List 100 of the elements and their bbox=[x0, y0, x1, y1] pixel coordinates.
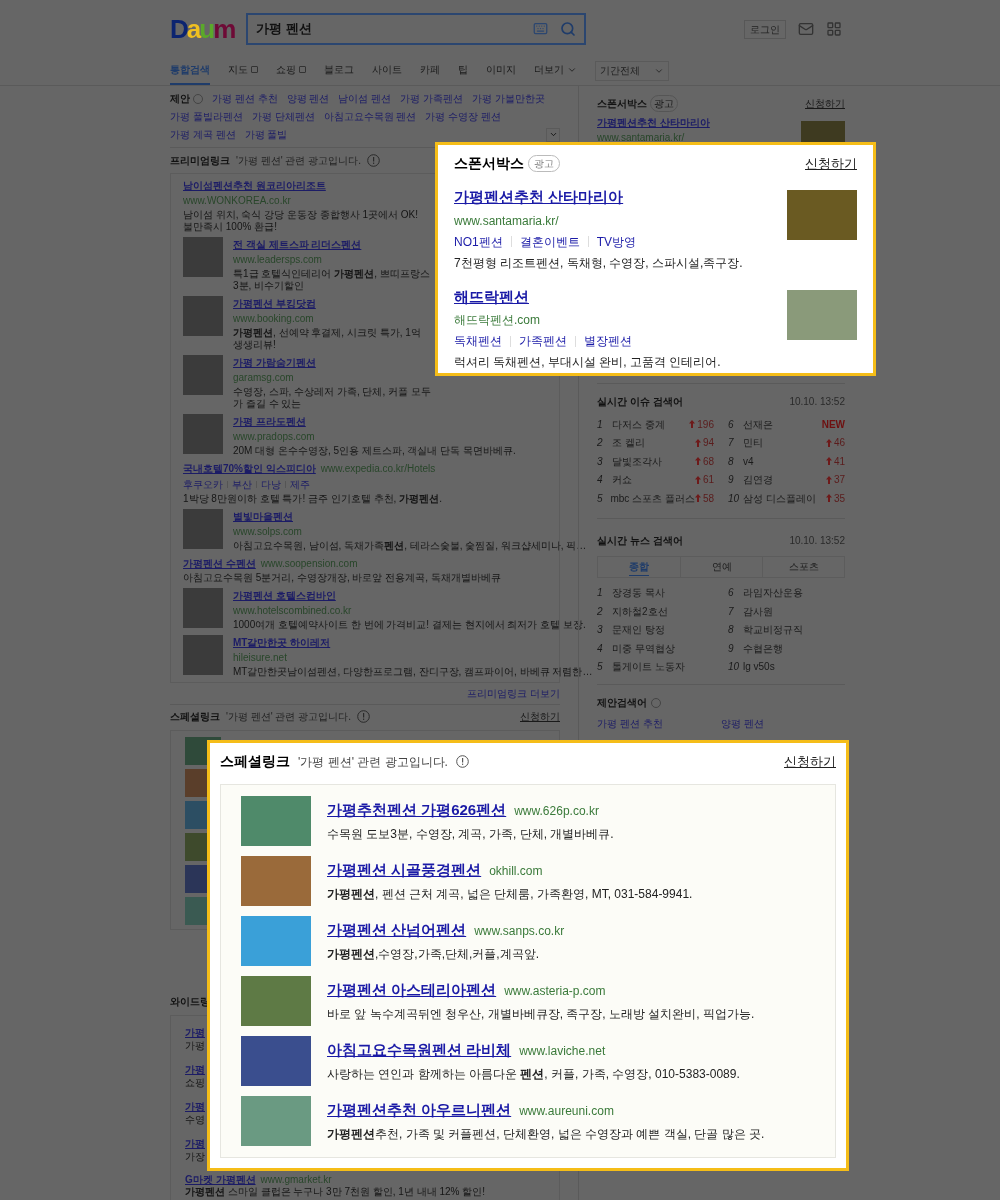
news-tab[interactable]: 연예 bbox=[680, 556, 762, 577]
search-tab[interactable]: 이미지 bbox=[486, 56, 516, 85]
ad-title-link[interactable]: MT갈만한곳 하이레저 bbox=[233, 635, 331, 650]
rank-number: 7 bbox=[728, 604, 735, 619]
suggestion-link[interactable]: 가평 수영장 펜션 bbox=[425, 109, 501, 124]
ad-title-link[interactable]: 별빛마을펜션 bbox=[233, 509, 293, 524]
search-tab[interactable]: 블로그 bbox=[324, 56, 354, 85]
search-tab[interactable]: 쇼핑 bbox=[276, 56, 306, 85]
suggestion-link[interactable]: 가평 펜션 추천 bbox=[597, 716, 721, 731]
sub-link[interactable]: TV방영 bbox=[596, 232, 637, 251]
suggestion-link[interactable]: 양평 펜션 bbox=[286, 91, 330, 106]
ad-title-link[interactable]: 가평펜션추천 산타마리아 bbox=[454, 186, 743, 209]
search-term-link[interactable]: 김연경 bbox=[743, 472, 773, 488]
news-tab[interactable]: 스포츠 bbox=[762, 556, 844, 577]
search-term-link[interactable]: 다저스 중계 bbox=[612, 416, 665, 432]
sub-link[interactable]: 후쿠오카 bbox=[183, 477, 223, 492]
sub-link[interactable]: 다낭 bbox=[261, 477, 281, 492]
search-tab[interactable]: 지도 bbox=[228, 56, 258, 85]
suggestion-link[interactable]: 가평 계곡 펜션 bbox=[170, 127, 236, 142]
suggestion-link[interactable]: 가평 단체펜션 bbox=[251, 109, 315, 124]
ad-title-link[interactable]: 가평펜션 아스테리아펜션 bbox=[327, 978, 497, 1002]
search-term-link[interactable]: 민티 bbox=[743, 435, 763, 451]
ad-title-link[interactable]: 가평펜션 호텔스컴바인 bbox=[233, 588, 336, 603]
search-term-link[interactable]: 미중 무역협상 bbox=[612, 640, 675, 656]
search-term-link[interactable]: 선재은 bbox=[743, 416, 773, 432]
search-term-link[interactable]: 라임자산운용 bbox=[743, 585, 803, 601]
more-link[interactable]: 프리미엄링크 더보기 bbox=[467, 686, 560, 701]
keyboard-icon[interactable] bbox=[533, 21, 549, 36]
news-tab[interactable]: 종합 bbox=[598, 556, 680, 577]
sub-link[interactable]: 제주 bbox=[290, 477, 310, 492]
search-term-link[interactable]: v4 bbox=[743, 453, 754, 469]
search-term-link[interactable]: 달빛조각사 bbox=[612, 453, 662, 469]
search-term-link[interactable]: 삼성 디스플레이 bbox=[743, 490, 816, 506]
search-term-link[interactable]: 조 켈리 bbox=[612, 435, 645, 451]
search-tab[interactable]: 더보기 bbox=[534, 56, 577, 85]
expand-button[interactable] bbox=[546, 127, 560, 142]
rank-change: 94 bbox=[702, 436, 714, 451]
search-tab[interactable]: 카페 bbox=[420, 56, 440, 85]
suggestion-link[interactable]: 남이섬 펜션 bbox=[338, 91, 392, 106]
ad-title-link[interactable]: 가평펜션 부킹닷컴 bbox=[233, 296, 316, 311]
ad-url: www.626p.co.kr bbox=[514, 802, 599, 820]
search-term-link[interactable]: mbc 스포츠 플러스 bbox=[610, 490, 695, 506]
suggestion-link[interactable]: 양평 펜션 bbox=[721, 716, 845, 731]
photo-placeholder bbox=[241, 976, 311, 1026]
mail-icon[interactable] bbox=[798, 21, 814, 37]
daum-logo[interactable]: Daum bbox=[170, 16, 235, 42]
suggestion-link[interactable]: 가평 가족펜션 bbox=[400, 91, 463, 106]
suggestion-link[interactable]: 아침고요수목원 펜션 bbox=[323, 109, 417, 124]
search-term-link[interactable]: 지하철2호선 bbox=[612, 603, 668, 619]
sub-link[interactable]: 독채펜션 bbox=[454, 332, 502, 350]
suggestion-link[interactable]: 가평 풀빌 bbox=[244, 127, 288, 142]
apply-link[interactable]: 신청하기 bbox=[805, 96, 845, 111]
ad-title-link[interactable]: 가평 프라도펜션 bbox=[233, 414, 306, 429]
search-tab[interactable]: 팁 bbox=[458, 56, 468, 85]
ad-title-link[interactable]: 가평펜션 산넘어펜션 bbox=[327, 918, 467, 942]
ad-title-link[interactable]: 가평 가람숨기펜션 bbox=[233, 355, 316, 370]
suggestion-link[interactable]: 가평 풀빌라펜션 bbox=[170, 109, 243, 124]
ad-title-link[interactable]: 해뜨락펜션 bbox=[454, 285, 721, 308]
period-dropdown[interactable]: 기간전체 bbox=[595, 60, 669, 81]
search-term-link[interactable]: 커쇼 bbox=[612, 472, 632, 488]
search-term-link[interactable]: lg v50s bbox=[743, 659, 775, 675]
ad-title-link[interactable]: 남이섬펜션추천 원코리아리조트 bbox=[183, 178, 326, 193]
search-field[interactable]: 가평 펜션 bbox=[246, 13, 587, 45]
rank-number: 9 bbox=[728, 473, 735, 488]
ad-url: www.hotelscombined.co.kr bbox=[233, 604, 352, 618]
sub-link[interactable]: 별장펜션 bbox=[584, 332, 632, 350]
ad-title-link[interactable]: 가평 bbox=[185, 1026, 205, 1039]
apply-link[interactable]: 신청하기 bbox=[784, 751, 836, 772]
search-term-link[interactable]: 장경동 목사 bbox=[612, 585, 665, 601]
ad-url: www.santamaria.kr/ bbox=[597, 131, 685, 145]
search-term-link[interactable]: 수협은행 bbox=[743, 640, 783, 656]
ad-title-link[interactable]: 전 객실 제트스파 리더스펜션 bbox=[233, 237, 362, 252]
sub-link[interactable]: 부산 bbox=[232, 477, 252, 492]
ad-title-link[interactable]: 가평 bbox=[185, 1063, 205, 1076]
apply-link[interactable]: 신청하기 bbox=[805, 153, 857, 174]
ad-title-link[interactable]: 가평 bbox=[185, 1137, 205, 1150]
search-tab[interactable]: 통합검색 bbox=[170, 56, 210, 85]
search-tab[interactable]: 사이트 bbox=[372, 56, 402, 85]
search-term-link[interactable]: 감사원 bbox=[743, 603, 773, 619]
search-term-link[interactable]: 문재인 탕정 bbox=[612, 622, 665, 638]
sub-link[interactable]: 가족펜션 bbox=[519, 332, 567, 350]
search-icon[interactable] bbox=[560, 21, 577, 37]
apply-link[interactable]: 신청하기 bbox=[520, 709, 560, 724]
ad-title-link[interactable]: 가평펜션 수펜션 bbox=[183, 556, 256, 571]
ad-title-link[interactable]: 가평 bbox=[185, 1100, 205, 1113]
suggestion-link[interactable]: 가평 펜션 추천 bbox=[212, 91, 278, 106]
ad-title-link[interactable]: 국내호텔70%할인 익스피디아 bbox=[183, 461, 316, 476]
ad-title-link[interactable]: 가평추천펜션 가평626펜션 bbox=[327, 798, 507, 822]
ad-title-link[interactable]: 가평펜션추천 산타마리아 bbox=[597, 115, 710, 130]
apps-grid-icon[interactable] bbox=[826, 21, 842, 37]
ad-title-link[interactable]: 가평펜션 시골풍경펜션 bbox=[327, 858, 482, 882]
ad-title-link[interactable]: 가평펜션추천 아우르니펜션 bbox=[327, 1098, 512, 1122]
search-term-link[interactable]: 학교비정규직 bbox=[743, 622, 803, 638]
ad-note: '가평 펜션' 관련 광고입니다. bbox=[236, 154, 361, 168]
ad-title-link[interactable]: 아침고요수목원펜션 라비체 bbox=[327, 1038, 512, 1062]
suggestion-link[interactable]: 가평 가볼만한곳 bbox=[471, 91, 545, 106]
sub-link[interactable]: 결혼이벤트 bbox=[519, 232, 580, 251]
search-term-link[interactable]: 톨게이트 노동자 bbox=[612, 659, 685, 675]
ad-title-link[interactable]: G마켓 가평펜션 bbox=[185, 1174, 256, 1186]
sub-link[interactable]: NO1펜션 bbox=[454, 232, 503, 251]
